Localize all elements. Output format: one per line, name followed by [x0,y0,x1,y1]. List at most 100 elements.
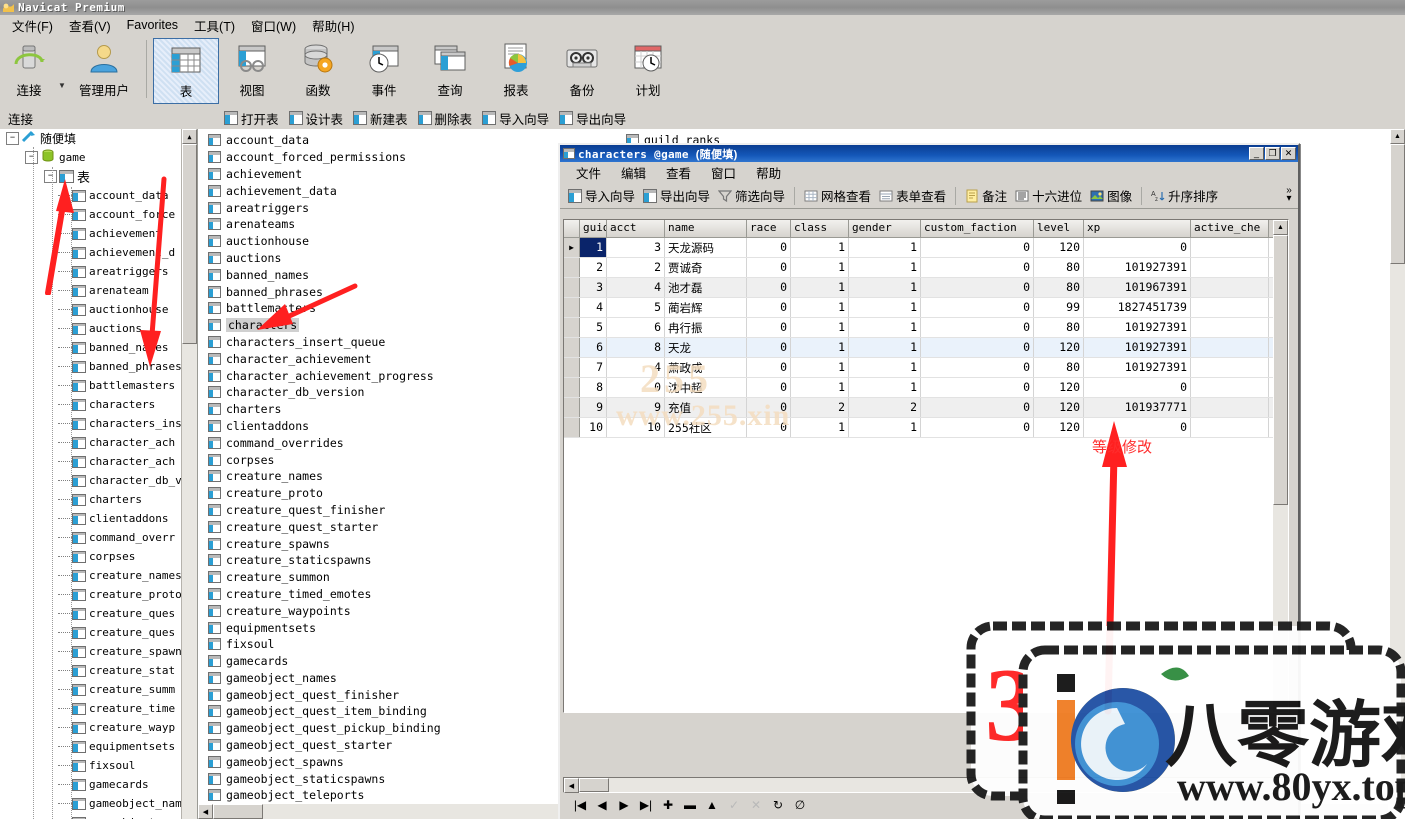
object-list-item[interactable]: banned_names [204,266,419,283]
grid-column-header[interactable]: acct [607,220,665,237]
export-wizard-button[interactable]: 导出向导 [559,109,626,128]
grid-cell-xp[interactable]: 101927391 [1084,358,1191,377]
object-list-scroll-up[interactable]: ▲ [1390,129,1405,144]
grid-cell-gender[interactable]: 1 [849,378,921,397]
nav-delete-record[interactable]: ▬ [679,796,701,814]
grid-cell-acct[interactable]: 0 [607,378,665,397]
object-list-item[interactable]: gameobject_staticspawns [204,770,419,787]
grid-cell-level[interactable]: 120 [1034,238,1084,257]
grid-cell-class[interactable]: 1 [791,418,849,437]
tree-toggle-database[interactable]: − [25,151,38,164]
open-table-button[interactable]: 打开表 [224,109,279,128]
grid-cell-xp[interactable]: 0 [1084,238,1191,257]
grid-row[interactable]: ▶13天龙源码01101200 [564,238,1288,258]
object-list-item[interactable]: creature_names [204,468,419,485]
tree-table-item[interactable]: account_force [0,205,182,224]
grid-row-indicator[interactable] [564,398,580,417]
object-list-item[interactable]: gameobject_quest_item_binding [204,703,419,720]
tree-table-item[interactable]: fixsoul [0,756,182,775]
grid-row[interactable]: 80沈中超01101200 [564,378,1288,398]
toolbar-schedule[interactable]: 计划 [615,38,681,104]
tree-table-item[interactable]: equipmentsets [0,737,182,756]
object-list-item[interactable]: character_achievement_progress [204,367,419,384]
grid-cell-custom_faction[interactable]: 0 [921,298,1034,317]
child-import-wizard[interactable]: 导入向导 [564,184,639,207]
grid-cell-acct[interactable]: 9 [607,398,665,417]
grid-cell-race[interactable]: 0 [747,398,791,417]
object-list-item[interactable]: gameobject_quest_pickup_binding [204,720,419,737]
grid-column-header[interactable]: xp [1084,220,1191,237]
nav-cancel-edit[interactable]: ✕ [745,796,767,814]
grid-cell-name[interactable]: 萧政成 [665,358,747,377]
toolbar-connection[interactable]: 连接 [0,38,58,104]
grid-cell-active_che[interactable] [1191,398,1269,417]
object-list-item[interactable]: creature_spawns [204,535,419,552]
tree-table-item[interactable]: creature_ques [0,604,182,623]
child-export-wizard[interactable]: 导出向导 [639,184,714,207]
tree-table-item[interactable]: creature_ques [0,623,182,642]
tree-table-item[interactable]: creature_names [0,566,182,585]
tree-table-item[interactable]: creature_wayp [0,718,182,737]
import-wizard-button[interactable]: 导入向导 [482,109,549,128]
grid-cell-acct[interactable]: 10 [607,418,665,437]
grid-cell-active_che[interactable] [1191,238,1269,257]
object-list-item[interactable]: gameobject_spawns [204,753,419,770]
grid-column-header[interactable]: custom_faction [921,220,1034,237]
child-memo[interactable]: 备注 [961,184,1011,207]
tree-table-item[interactable]: achievement [0,224,182,243]
grid-cell-guid[interactable]: 1 [580,238,607,257]
grid-cell-custom_faction[interactable]: 0 [921,418,1034,437]
grid-cell-level[interactable]: 80 [1034,318,1084,337]
grid-cell-gender[interactable]: 1 [849,278,921,297]
grid-cell-name[interactable]: 天龙源码 [665,238,747,257]
grid-cell-class[interactable]: 2 [791,398,849,417]
child-menubar[interactable]: 文件 编辑 查看 窗口 帮助 [560,162,1298,183]
child-form-view[interactable]: 表单查看 [875,184,950,207]
grid-cell-name[interactable]: 池才磊 [665,278,747,297]
grid-scroll-left[interactable]: ◀ [564,778,579,793]
object-list-item[interactable]: account_forced_permissions [204,149,419,166]
grid-cell-guid[interactable]: 3 [580,278,607,297]
object-list-item[interactable]: character_achievement [204,350,419,367]
child-menu-file[interactable]: 文件 [566,161,611,184]
object-list-item[interactable]: account_data [204,132,419,149]
child-hex[interactable]: 十六进位 [1011,184,1086,207]
grid-cell-acct[interactable]: 8 [607,338,665,357]
nav-first-record[interactable]: |◀ [569,796,591,814]
grid-cell-gender[interactable]: 1 [849,238,921,257]
object-list-vertical-scrollbar[interactable]: ▲ [1390,129,1405,804]
grid-cell-level[interactable]: 99 [1034,298,1084,317]
object-list-hscroll-thumb[interactable] [213,804,263,819]
grid-cell-level[interactable]: 80 [1034,278,1084,297]
main-menubar[interactable]: 文件(F) 查看(V) Favorites 工具(T) 窗口(W) 帮助(H) [0,15,1405,36]
grid-cell-active_che[interactable] [1191,338,1269,357]
grid-cell-gender[interactable]: 2 [849,398,921,417]
grid-row[interactable]: 1010255社区01101200 [564,418,1288,438]
grid-row[interactable]: 68天龙0110120101927391 [564,338,1288,358]
tree-table-item[interactable]: clientaddons [0,509,182,528]
data-grid-header[interactable]: guidacctnameraceclassgendercustom_factio… [564,220,1288,238]
grid-cell-acct[interactable]: 5 [607,298,665,317]
child-sort-asc[interactable]: A z 升序排序 [1147,184,1222,207]
tree-table-item[interactable]: creature_time [0,699,182,718]
grid-row[interactable]: 34池才磊011080101967391 [564,278,1288,298]
object-list-item[interactable]: areatriggers [204,199,419,216]
grid-cell-active_che[interactable] [1191,358,1269,377]
nav-edit-record[interactable]: ▲ [701,796,723,814]
tree-toggle-tables[interactable]: − [44,170,57,183]
connection-dropdown-caret[interactable]: ▼ [58,81,68,90]
menu-window[interactable]: 窗口(W) [243,14,304,37]
tree-table-item[interactable]: creature_summ [0,680,182,699]
grid-cell-class[interactable]: 1 [791,358,849,377]
grid-cell-custom_faction[interactable]: 0 [921,318,1034,337]
grid-row-indicator[interactable] [564,298,580,317]
object-list-item[interactable]: characters [204,317,419,334]
toolbar-events[interactable]: 事件 [351,38,417,104]
tree-table-item[interactable]: auctions [0,319,182,338]
object-list-item[interactable]: achievement [204,166,419,183]
tree-node-database[interactable]: − game [0,148,182,167]
object-list-item[interactable]: command_overrides [204,434,419,451]
grid-column-header[interactable]: gender [849,220,921,237]
object-list-scroll-thumb[interactable] [1390,144,1405,264]
grid-cell-class[interactable]: 1 [791,298,849,317]
